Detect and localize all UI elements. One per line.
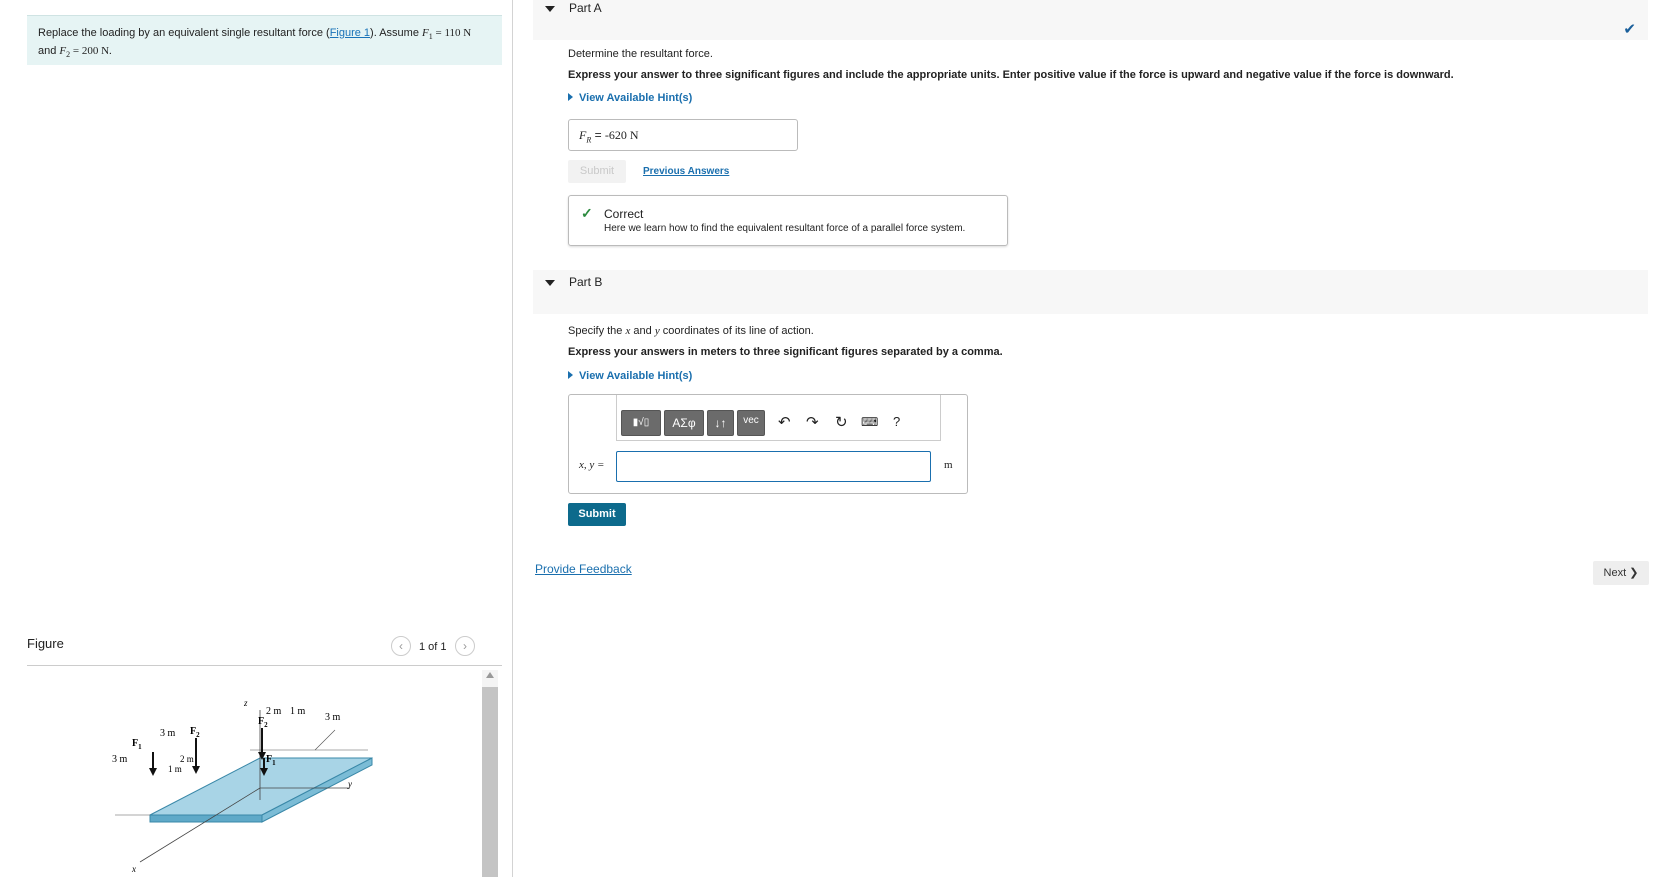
figure-header: Figure ‹ 1 of 1 ›: [27, 630, 502, 666]
xy-answer-input[interactable]: [616, 451, 931, 482]
part-b-label: Part B: [569, 275, 603, 289]
triangle-right-icon: [568, 93, 573, 101]
math-toolbar: ▮√▯ ΑΣφ ↓↑ vec ↶ ↷ ↻ ⌨ ?: [616, 395, 941, 441]
next-label: Next: [1603, 567, 1627, 579]
part-b-instructions: Express your answers in meters to three …: [568, 346, 1003, 358]
dim-1m-left: 1 m: [168, 764, 182, 774]
part-a-instructions: Express your answer to three significant…: [568, 69, 1454, 81]
feedback-title: Correct: [604, 207, 644, 221]
part-a-prompt: Determine the resultant force.: [568, 48, 713, 60]
hint-label: View Available Hint(s): [579, 370, 693, 382]
arrowhead: [149, 768, 157, 776]
unit-label: m: [944, 459, 953, 471]
part-a-feedback: ✓ Correct Here we learn how to find the …: [568, 195, 1008, 246]
figure-link[interactable]: Figure 1: [330, 27, 370, 39]
dim-3m-left: 3 m: [160, 728, 176, 739]
part-b-answer-editor: ▮√▯ ΑΣφ ↓↑ vec ↶ ↷ ↻ ⌨ ? x, y = m: [568, 394, 968, 494]
problem-statement: Replace the loading by an equivalent sin…: [27, 15, 502, 65]
help-button[interactable]: ?: [893, 414, 900, 429]
dim-3m-side: 3 m: [112, 754, 128, 765]
left-pane: Replace the loading by an equivalent sin…: [0, 0, 510, 877]
problem-text: ). Assume: [370, 27, 423, 39]
scroll-thumb[interactable]: [482, 687, 498, 877]
feedback-body: Here we learn how to find the equivalent…: [604, 223, 966, 234]
collapse-caret-icon[interactable]: [545, 6, 555, 12]
figure-scrollbar[interactable]: [482, 670, 498, 877]
dim-2m-left: 2 m: [180, 754, 194, 764]
part-b-header[interactable]: Part B: [533, 270, 1648, 314]
y-label: y: [347, 779, 352, 789]
triangle-right-icon: [568, 371, 573, 379]
chevron-right-icon: ❯: [1629, 567, 1639, 579]
chevron-right-icon[interactable]: ›: [455, 636, 475, 656]
templates-button[interactable]: ▮√▯: [621, 410, 661, 436]
part-a-answer-box: FR = -620 N: [568, 119, 798, 151]
dim-line: [314, 729, 336, 751]
problem-text: Replace the loading by an equivalent sin…: [38, 27, 330, 39]
part-b-hint-toggle[interactable]: View Available Hint(s): [568, 370, 692, 382]
collapse-caret-icon[interactable]: [545, 280, 555, 286]
figure-title: Figure: [27, 636, 64, 651]
f2-top-label: F2: [258, 716, 268, 729]
f2-value: = 200 N.: [70, 45, 112, 58]
keyboard-icon[interactable]: ⌨: [861, 415, 878, 429]
correct-check-icon: ✓: [581, 205, 593, 221]
f2-left-label: F2: [190, 726, 200, 739]
chevron-left-icon[interactable]: ‹: [391, 636, 411, 656]
dim-2m-top: 2 m: [266, 706, 282, 717]
xy-input-label: x, y =: [579, 459, 605, 471]
right-pane: Part A ✔ Determine the resultant force. …: [513, 0, 1662, 877]
reset-icon[interactable]: ↻: [835, 413, 848, 431]
part-a-hint-toggle[interactable]: View Available Hint(s): [568, 92, 692, 104]
next-button[interactable]: Next ❯: [1593, 561, 1649, 585]
arrowhead: [192, 766, 200, 774]
f1-left-label: F1: [132, 738, 142, 751]
answer-value: -620 N: [604, 128, 639, 142]
undo-icon[interactable]: ↶: [778, 413, 791, 431]
checkmark-icon: ✔: [1623, 21, 1636, 38]
previous-answers-link[interactable]: Previous Answers: [643, 166, 729, 177]
answer-equals: =: [591, 128, 605, 142]
dim-1m-top: 1 m: [290, 706, 306, 717]
f1-symbol: F: [422, 27, 429, 39]
z-label: z: [243, 698, 248, 708]
part-b-prompt: Specify the x and y coordinates of its l…: [568, 325, 814, 337]
part-a-label: Part A: [569, 1, 602, 15]
arrows-button[interactable]: ↓↑: [707, 410, 734, 436]
figure-diagram: z y x F2 F1 F2 F1 2 m 1 m 3 m 3 m 3 m 2 …: [112, 698, 373, 874]
greek-button[interactable]: ΑΣφ: [664, 410, 704, 436]
vec-button[interactable]: vec: [737, 410, 765, 436]
part-a-header[interactable]: Part A ✔: [533, 0, 1648, 40]
provide-feedback-link[interactable]: Provide Feedback: [535, 562, 632, 576]
dim-3m-top: 3 m: [325, 712, 341, 723]
x-label: x: [131, 864, 136, 874]
part-b-submit-button[interactable]: Submit: [568, 503, 626, 526]
scroll-up-icon[interactable]: [486, 672, 494, 678]
hint-label: View Available Hint(s): [579, 92, 693, 104]
redo-icon[interactable]: ↷: [806, 413, 819, 431]
f1-value: = 110 N: [432, 27, 472, 39]
plate-top: [149, 757, 373, 816]
figure-pager: 1 of 1: [419, 641, 447, 653]
problem-text: and: [38, 45, 60, 58]
part-a-submit-button[interactable]: Submit: [568, 160, 626, 183]
